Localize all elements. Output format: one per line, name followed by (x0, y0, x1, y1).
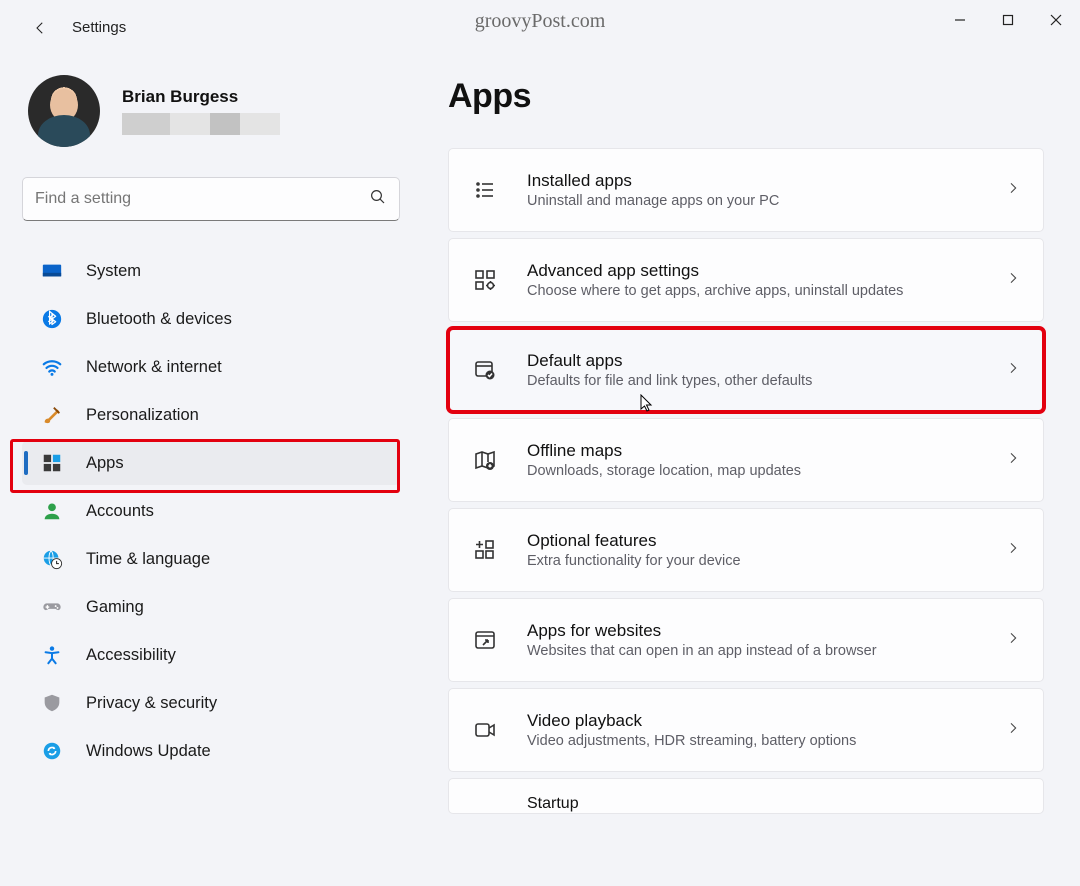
card-subtitle: Defaults for file and link types, other … (527, 373, 977, 389)
sidebar-item-gaming[interactable]: Gaming (22, 585, 400, 629)
window-controls (936, 0, 1080, 40)
sidebar-item-personalization[interactable]: Personalization (22, 393, 400, 437)
update-icon (40, 739, 64, 763)
main-panel: Apps Installed apps Uninstall and manage … (420, 55, 1080, 814)
shield-icon (40, 691, 64, 715)
sidebar-item-system[interactable]: System (22, 249, 400, 293)
card-video-playback[interactable]: Video playback Video adjustments, HDR str… (448, 688, 1044, 772)
card-title: Optional features (527, 531, 977, 551)
card-advanced-app-settings[interactable]: Advanced app settings Choose where to get… (448, 238, 1044, 322)
sidebar-item-update[interactable]: Windows Update (22, 729, 400, 773)
sidebar-item-label: Bluetooth & devices (86, 310, 232, 329)
card-optional-features[interactable]: Optional features Extra functionality for… (448, 508, 1044, 592)
sidebar-item-accounts[interactable]: Accounts (22, 489, 400, 533)
maximize-button[interactable] (984, 0, 1032, 40)
chevron-right-icon (1005, 630, 1021, 651)
chevron-right-icon (1005, 720, 1021, 741)
close-button[interactable] (1032, 0, 1080, 40)
card-title: Startup (527, 795, 1021, 813)
card-subtitle: Downloads, storage location, map updates (527, 463, 977, 479)
grid-plus-icon (471, 536, 499, 564)
card-subtitle: Extra functionality for your device (527, 553, 977, 569)
sidebar-item-privacy[interactable]: Privacy & security (22, 681, 400, 725)
list-icon (471, 176, 499, 204)
monitor-icon (40, 259, 64, 283)
bluetooth-icon (40, 307, 64, 331)
sidebar-item-label: Gaming (86, 598, 144, 617)
chevron-right-icon (1005, 360, 1021, 381)
sidebar-item-label: Apps (86, 454, 124, 473)
map-download-icon (471, 446, 499, 474)
sidebar-item-bluetooth[interactable]: Bluetooth & devices (22, 297, 400, 341)
apps-icon (40, 451, 64, 475)
sidebar-item-label: Personalization (86, 406, 199, 425)
sidebar-item-accessibility[interactable]: Accessibility (22, 633, 400, 677)
chevron-right-icon (1005, 450, 1021, 471)
user-block[interactable]: Brian Burgess (22, 75, 400, 147)
sidebar-item-label: Windows Update (86, 742, 211, 761)
card-default-apps[interactable]: Default apps Defaults for file and link t… (448, 328, 1044, 412)
video-icon (471, 716, 499, 744)
chevron-right-icon (1005, 540, 1021, 561)
wifi-icon (40, 355, 64, 379)
grid-gear-icon (471, 266, 499, 294)
card-subtitle: Websites that can open in an app instead… (527, 643, 977, 659)
sidebar-item-label: Time & language (86, 550, 210, 569)
card-apps-for-websites[interactable]: Apps for websites Websites that can open … (448, 598, 1044, 682)
user-email-redacted (122, 113, 280, 135)
cards-list: Installed apps Uninstall and manage apps … (448, 148, 1044, 814)
card-title: Offline maps (527, 441, 977, 461)
sidebar: Brian Burgess System Bluetooth & devices (0, 55, 420, 814)
card-title: Installed apps (527, 171, 977, 191)
minimize-button[interactable] (936, 0, 984, 40)
card-title: Video playback (527, 711, 977, 731)
sidebar-item-label: Accessibility (86, 646, 176, 665)
user-name: Brian Burgess (122, 87, 280, 107)
sidebar-item-time[interactable]: Time & language (22, 537, 400, 581)
window-check-icon (471, 356, 499, 384)
card-title: Apps for websites (527, 621, 977, 641)
paintbrush-icon (40, 403, 64, 427)
sidebar-item-label: Accounts (86, 502, 154, 521)
window-title: Settings (72, 19, 126, 36)
search-icon (369, 188, 387, 211)
person-icon (40, 499, 64, 523)
card-installed-apps[interactable]: Installed apps Uninstall and manage apps … (448, 148, 1044, 232)
gamepad-icon (40, 595, 64, 619)
search-box[interactable] (22, 177, 400, 221)
avatar (28, 75, 100, 147)
sidebar-item-label: System (86, 262, 141, 281)
settings-window: Settings groovyPost.com Brian Burgess (0, 0, 1080, 886)
search-input[interactable] (35, 190, 369, 208)
watermark-text: groovyPost.com (475, 10, 606, 33)
card-subtitle: Video adjustments, HDR streaming, batter… (527, 733, 977, 749)
sidebar-item-apps[interactable]: Apps (22, 441, 400, 485)
chevron-right-icon (1005, 270, 1021, 291)
accessibility-icon (40, 643, 64, 667)
card-subtitle: Uninstall and manage apps on your PC (527, 193, 977, 209)
card-offline-maps[interactable]: Offline maps Downloads, storage location,… (448, 418, 1044, 502)
nav-list: System Bluetooth & devices Network & int… (22, 249, 400, 773)
card-title: Advanced app settings (527, 261, 977, 281)
back-button[interactable] (28, 16, 52, 40)
card-startup[interactable]: Startup (448, 778, 1044, 814)
sidebar-item-label: Network & internet (86, 358, 222, 377)
card-subtitle: Choose where to get apps, archive apps, … (527, 283, 977, 299)
card-title: Default apps (527, 351, 977, 371)
window-launch-icon (471, 626, 499, 654)
startup-icon (471, 795, 499, 814)
sidebar-item-network[interactable]: Network & internet (22, 345, 400, 389)
sidebar-item-label: Privacy & security (86, 694, 217, 713)
chevron-right-icon (1005, 180, 1021, 201)
globe-clock-icon (40, 547, 64, 571)
page-heading: Apps (448, 77, 1044, 116)
